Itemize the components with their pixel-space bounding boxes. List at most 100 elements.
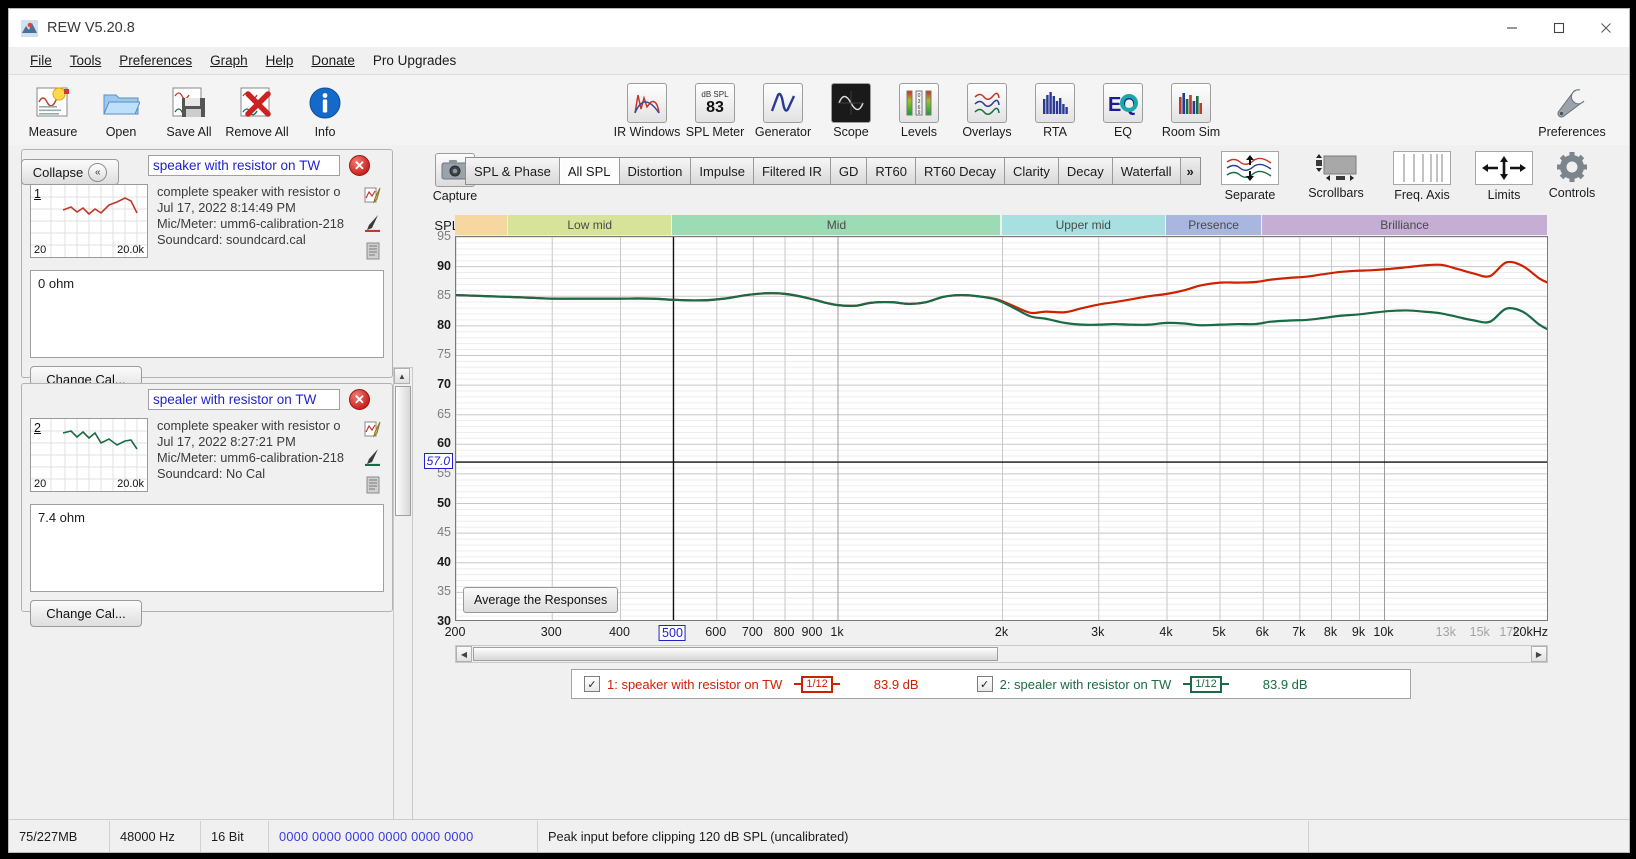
rta-button[interactable]: RTA: [1021, 79, 1089, 139]
band-low: [455, 215, 508, 235]
measurement-1-notes[interactable]: 0 ohm: [30, 270, 384, 358]
measurements-scroll-thumb[interactable]: [395, 386, 411, 516]
tab-waterfall[interactable]: Waterfall: [1113, 158, 1181, 184]
x-tick-13k: 13k: [1435, 625, 1456, 639]
tab-spl-and-phase[interactable]: SPL & Phase: [466, 158, 560, 184]
capture-label: Capture: [432, 189, 478, 203]
measurement-2-change-cal-button[interactable]: Change Cal...: [30, 600, 142, 627]
y-tick-70: 70: [437, 377, 451, 392]
y-cursor-value[interactable]: 57.0: [423, 453, 453, 470]
spl-chart[interactable]: [455, 236, 1548, 621]
levels-button[interactable]: 0 3 6 9 Levels: [885, 79, 953, 139]
scroll-right-arrow-icon[interactable]: ▶: [1531, 646, 1547, 662]
collapse-button[interactable]: Collapse «: [21, 159, 119, 185]
legend-1-checkbox[interactable]: ✓: [584, 676, 600, 692]
tab-overflow-button[interactable]: »: [1180, 158, 1200, 184]
legend-2-smoothing[interactable]: 1/12: [1183, 675, 1229, 693]
menu-donate[interactable]: Donate: [302, 50, 364, 71]
generator-button[interactable]: Generator: [749, 79, 817, 139]
limits-icon: [1475, 151, 1533, 185]
tab-rt60-decay[interactable]: RT60 Decay: [916, 158, 1005, 184]
freq-axis-icon: [1393, 151, 1451, 185]
notes-icon[interactable]: [365, 242, 381, 265]
delete-measurement-2-icon[interactable]: ✕: [349, 388, 370, 410]
edit-chart-icon[interactable]: [364, 420, 382, 443]
measurement-1-thumbnail[interactable]: 1 20 20.0k: [30, 184, 148, 258]
menu-file[interactable]: File: [21, 50, 61, 71]
legend-item-1[interactable]: ✓ 1: speaker with resistor on TW 1/12 83…: [572, 670, 919, 698]
tab-clarity[interactable]: Clarity: [1005, 158, 1059, 184]
tab-decay[interactable]: Decay: [1059, 158, 1113, 184]
menu-preferences[interactable]: Preferences: [110, 50, 201, 71]
measurement-2-notes[interactable]: 7.4 ohm: [30, 504, 384, 592]
trace-color-icon[interactable]: [364, 214, 382, 237]
minimize-button[interactable]: [1488, 9, 1535, 47]
spl-meter-button[interactable]: dB SPL 83 SPL Meter: [681, 79, 749, 139]
notes-icon[interactable]: [365, 476, 381, 499]
chart-horizontal-scrollbar[interactable]: ◀ ▶: [455, 645, 1548, 663]
measurement-1-timestamp: Jul 17, 2022 8:14:49 PM: [157, 200, 296, 215]
legend-item-2[interactable]: ✓ 2: spealer with resistor on TW 1/12 83…: [965, 670, 1308, 698]
measurement-card-2[interactable]: spealer with resistor on TW ✕ 2 20 20.0k: [21, 383, 393, 627]
tab-filtered-ir[interactable]: Filtered IR: [754, 158, 831, 184]
legend-2-checkbox[interactable]: ✓: [976, 676, 993, 692]
tab-rt60[interactable]: RT60: [867, 158, 916, 184]
average-responses-button[interactable]: Average the Responses: [463, 587, 619, 613]
x-tick-500[interactable]: 500: [659, 625, 686, 641]
scrollbars-button[interactable]: Scrollbars: [1295, 151, 1377, 200]
x-tick-700: 700: [741, 625, 763, 639]
separate-label: Separate: [1224, 188, 1276, 202]
remove-all-button[interactable]: Remove All: [223, 79, 291, 139]
tab-gd[interactable]: GD: [831, 158, 868, 184]
legend-1-smoothing[interactable]: 1/12: [794, 675, 840, 693]
measurement-2-info: complete speaker with resistor o Jul 17,…: [148, 418, 360, 499]
measurement-2-thumb-high: 20.0k: [117, 478, 144, 490]
open-button[interactable]: Open: [87, 79, 155, 139]
overlays-button[interactable]: Overlays: [953, 79, 1021, 139]
measurement-1-name-field[interactable]: speaker with resistor on TW: [148, 154, 340, 176]
scope-button[interactable]: Scope: [817, 79, 885, 139]
scroll-up-arrow-icon[interactable]: ▲: [394, 368, 410, 384]
close-button[interactable]: [1582, 9, 1629, 47]
y-tick-40: 40: [437, 554, 451, 569]
measurement-2-thumbnail[interactable]: 2 20 20.0k: [30, 418, 148, 492]
x-tick-1k: 1k: [830, 625, 844, 639]
band-upper-mid: Upper mid: [1001, 215, 1166, 235]
save-all-button[interactable]: Save All: [155, 79, 223, 139]
info-button[interactable]: Info: [291, 79, 359, 139]
chart-scroll-thumb[interactable]: [473, 647, 998, 661]
collapse-label: Collapse: [32, 164, 84, 180]
menu-graph[interactable]: Graph: [201, 50, 257, 71]
measurements-scrollbar[interactable]: ▲ ▼: [393, 367, 413, 847]
delete-measurement-1-icon[interactable]: ✕: [349, 154, 370, 176]
maximize-button[interactable]: [1535, 9, 1582, 47]
measurement-2-name-field[interactable]: spealer with resistor on TW: [148, 388, 340, 410]
room-sim-button[interactable]: Room Sim: [1157, 79, 1225, 139]
measurement-1-soundcard: Soundcard: soundcard.cal: [157, 232, 306, 247]
graph-panel: Capture SPL & Phase All SPL Distortion I…: [419, 145, 1629, 810]
generator-icon: [762, 82, 804, 124]
overlays-label: Overlays: [962, 125, 1012, 139]
menu-tools[interactable]: Tools: [61, 50, 111, 71]
toolbar-center-group: IR Windows dB SPL 83 SPL Meter Generator…: [613, 79, 1225, 139]
preferences-button[interactable]: Preferences: [1529, 79, 1615, 139]
menu-pro-upgrades-label: Pro Upgrades: [372, 53, 457, 68]
eq-button[interactable]: EQ EQ: [1089, 79, 1157, 139]
freq-axis-button[interactable]: Freq. Axis: [1381, 151, 1463, 202]
menu-help[interactable]: Help: [257, 50, 303, 71]
ir-windows-button[interactable]: IR Windows: [613, 79, 681, 139]
info-icon: [304, 82, 346, 124]
separate-button[interactable]: Separate: [1209, 151, 1291, 202]
x-tick-4k: 4k: [1159, 625, 1173, 639]
tab-impulse[interactable]: Impulse: [691, 158, 754, 184]
limits-button[interactable]: Limits: [1463, 151, 1545, 202]
tab-all-spl[interactable]: All SPL: [559, 158, 620, 184]
preferences-label: Preferences: [1538, 125, 1606, 139]
tab-distortion[interactable]: Distortion: [620, 158, 692, 184]
edit-chart-icon[interactable]: [364, 186, 382, 209]
scroll-left-arrow-icon[interactable]: ◀: [456, 646, 472, 662]
measure-button[interactable]: Measure: [19, 79, 87, 139]
trace-color-icon[interactable]: [364, 448, 382, 471]
controls-button[interactable]: Controls: [1537, 151, 1607, 200]
menu-pro-upgrades[interactable]: Pro Upgrades: [364, 50, 465, 71]
